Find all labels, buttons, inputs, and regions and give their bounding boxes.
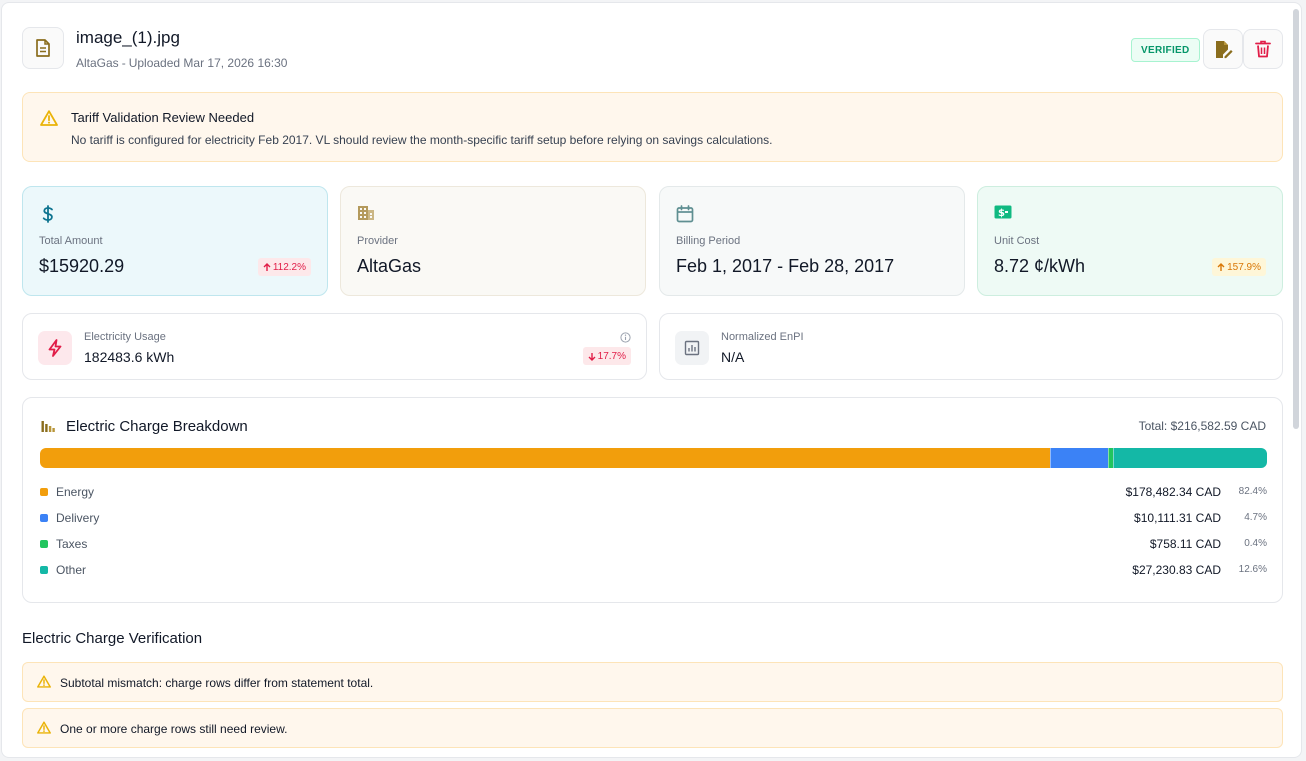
- total-amount-card: Total Amount $15920.29 112.2%: [22, 186, 328, 296]
- provider-card: Provider AltaGas: [340, 186, 646, 296]
- warning-triangle-icon: [37, 675, 51, 688]
- verification-item-text: Subtotal mismatch: charge rows differ fr…: [60, 676, 374, 690]
- breakdown-item-name: Delivery: [56, 511, 100, 525]
- upload-date: Uploaded Mar 17, 2026 16:30: [128, 56, 288, 70]
- unit-cost-delta-value: 157.9%: [1227, 261, 1261, 273]
- bill-detail-panel: image_(1).jpg AltaGas - Uploaded Mar 17, 2…: [1, 2, 1302, 758]
- electricity-usage-delta: 17.7%: [582, 347, 631, 365]
- warning-triangle-icon: [40, 110, 58, 126]
- breakdown-total: Total: $216,582.59 CAD: [1138, 419, 1266, 433]
- file-subtitle: AltaGas - Uploaded Mar 17, 2026 16:30: [76, 56, 287, 70]
- billing-period-card: Billing Period Feb 1, 2017 - Feb 28, 201…: [659, 186, 965, 296]
- total-amount-delta: 112.2%: [257, 258, 311, 276]
- breakdown-item-name: Taxes: [56, 537, 88, 551]
- breakdown-row: Energy $178,482.34 CAD 82.4%: [40, 484, 1267, 500]
- breakdown-row: Delivery $10,111.31 CAD 4.7%: [40, 510, 1267, 526]
- building-icon: [358, 206, 374, 220]
- breakdown-segment-energy: [40, 448, 1051, 468]
- bar-chart-icon: [41, 421, 55, 432]
- trash-icon: [1255, 40, 1271, 58]
- breakdown-item-name: Other: [56, 563, 87, 577]
- electricity-usage-label: Electricity Usage: [84, 331, 166, 343]
- scrollbar-thumb[interactable]: [1293, 9, 1299, 429]
- legend-color-dot: [40, 566, 48, 574]
- breakdown-item-amount: $758.11 CAD: [1149, 537, 1221, 551]
- legend-color-dot: [40, 514, 48, 522]
- file-icon-box: [22, 27, 64, 69]
- chart-icon: [684, 340, 700, 356]
- breakdown-segment-delivery: [1050, 448, 1108, 468]
- legend-color-dot: [40, 540, 48, 548]
- verified-status-badge: VERIFIED: [1131, 38, 1200, 62]
- verification-item-text: One or more charge rows still need revie…: [60, 722, 288, 736]
- breakdown-stacked-bar: [40, 448, 1267, 468]
- electricity-usage-value: 182483.6 kWh: [84, 349, 175, 365]
- electricity-usage-delta-value: 17.7%: [597, 350, 626, 362]
- delete-button[interactable]: [1243, 29, 1283, 69]
- calendar-icon: [676, 205, 694, 223]
- breakdown-row: Taxes $758.11 CAD 0.4%: [40, 536, 1267, 552]
- unit-cost-value: 8.72 ¢/kWh: [994, 256, 1086, 276]
- billing-period-label: Billing Period: [676, 235, 741, 247]
- dollar-icon: [42, 205, 53, 223]
- verification-item: Subtotal mismatch: charge rows differ fr…: [22, 662, 1283, 702]
- breakdown-row: Other $27,230.83 CAD 12.6%: [40, 562, 1267, 578]
- tariff-alert: Tariff Validation Review Needed No tarif…: [22, 92, 1283, 162]
- file-provider: AltaGas: [76, 56, 119, 70]
- breakdown-item-amount: $178,482.34 CAD: [1125, 485, 1221, 499]
- edit-document-icon: [1216, 41, 1233, 59]
- normalized-enpi-value: N/A: [721, 349, 745, 365]
- breakdown-item-percent: 0.4%: [1244, 538, 1267, 549]
- electricity-usage-card: Electricity Usage 182483.6 kWh 17.7%: [22, 313, 647, 380]
- file-name: image_(1).jpg: [76, 28, 180, 47]
- unit-cost-card: $ Unit Cost 8.72 ¢/kWh 157.9%: [977, 186, 1283, 296]
- total-amount-value: $15920.29: [39, 256, 125, 276]
- svg-text:$: $: [998, 208, 1005, 219]
- usage-icon-box: [38, 331, 72, 365]
- breakdown-item-amount: $10,111.31 CAD: [1134, 511, 1221, 525]
- arrow-down-icon: [588, 352, 596, 361]
- enpi-icon-box: [675, 331, 709, 365]
- total-amount-label: Total Amount: [39, 235, 103, 247]
- arrow-up-icon: [263, 262, 271, 271]
- billing-period-value: Feb 1, 2017 - Feb 28, 2017: [676, 256, 895, 276]
- document-icon: [36, 39, 50, 57]
- breakdown-item-name: Energy: [56, 485, 95, 499]
- provider-label: Provider: [357, 235, 398, 247]
- warning-triangle-icon: [37, 721, 51, 734]
- provider-value: AltaGas: [357, 256, 422, 276]
- info-icon[interactable]: [620, 332, 631, 343]
- charge-breakdown-card: Electric Charge Breakdown Total: $216,58…: [22, 397, 1283, 603]
- verification-title: Electric Charge Verification: [22, 630, 203, 647]
- breakdown-item-percent: 82.4%: [1238, 486, 1267, 497]
- total-amount-delta-value: 112.2%: [272, 261, 306, 273]
- breakdown-segment-other: [1112, 448, 1267, 468]
- breakdown-item-percent: 4.7%: [1244, 512, 1267, 523]
- verification-item: One or more charge rows still need revie…: [22, 708, 1283, 748]
- breakdown-item-amount: $27,230.83 CAD: [1132, 563, 1221, 577]
- scrollbar[interactable]: [1291, 3, 1301, 757]
- edit-button[interactable]: [1203, 29, 1243, 69]
- breakdown-title: Electric Charge Breakdown: [66, 418, 248, 435]
- breakdown-item-percent: 12.6%: [1238, 564, 1267, 575]
- normalized-enpi-label: Normalized EnPI: [721, 331, 804, 343]
- subtitle-separator: -: [121, 56, 126, 70]
- unit-cost-label: Unit Cost: [994, 235, 1040, 247]
- unit-cost-delta: 157.9%: [1212, 258, 1266, 276]
- alert-message: No tariff is configured for electricity …: [71, 133, 773, 147]
- money-bill-icon: $: [994, 205, 1012, 219]
- normalized-enpi-card: Normalized EnPI N/A: [659, 313, 1283, 380]
- alert-title: Tariff Validation Review Needed: [71, 110, 255, 125]
- arrow-up-icon: [1217, 262, 1225, 271]
- legend-color-dot: [40, 488, 48, 496]
- lightning-icon: [48, 339, 62, 357]
